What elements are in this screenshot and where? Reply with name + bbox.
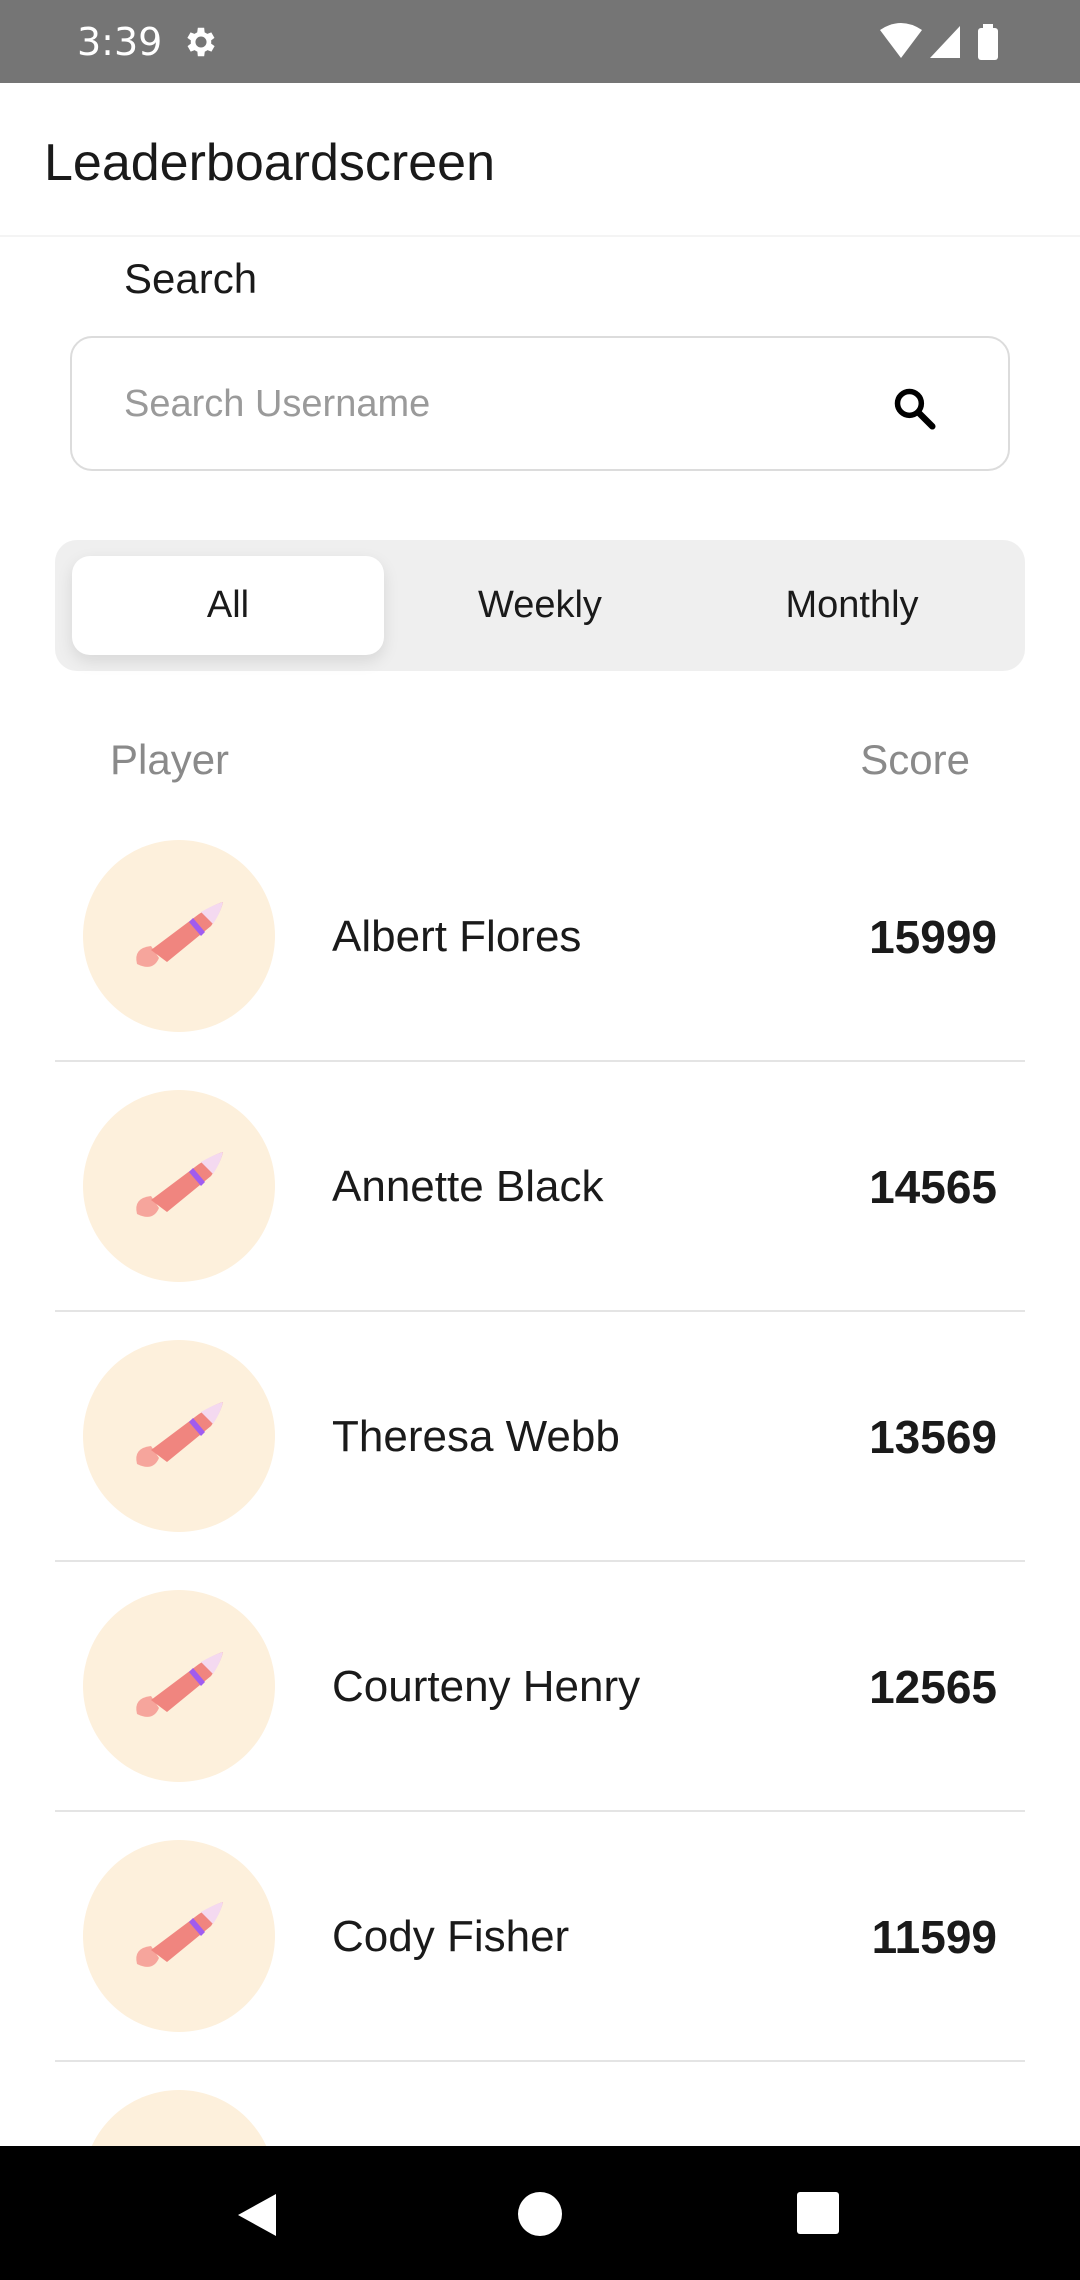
player-score: 12565	[869, 1661, 997, 1713]
player-name: Cody Fisher	[332, 1912, 570, 1961]
rocket-icon	[136, 1902, 223, 1967]
status-bar: 3:39	[0, 0, 1080, 83]
avatar	[83, 1340, 275, 1532]
player-name: Theresa Webb	[332, 1412, 620, 1461]
avatar	[83, 1590, 275, 1782]
search-label: Search	[124, 255, 258, 302]
leaderboard-row[interactable]: Cody Fisher 11599	[55, 1812, 1025, 2062]
search-input[interactable]	[124, 376, 884, 432]
status-indicators	[880, 23, 998, 60]
rocket-icon	[136, 1402, 223, 1467]
search-icon[interactable]	[892, 386, 936, 430]
player-name: Courteny Henry	[332, 1662, 641, 1711]
avatar	[83, 1090, 275, 1282]
system-nav-bar	[0, 2146, 1080, 2280]
page-title: Leaderboardscreen	[44, 134, 495, 192]
tab-all[interactable]: All	[72, 556, 384, 655]
leaderboard-row[interactable]: Courteny Henry 12565	[55, 1562, 1025, 1812]
rocket-icon	[136, 1152, 223, 1217]
leaderboard-row[interactable]: Albert Flores 15999	[55, 812, 1025, 1062]
period-tabs: All Weekly Monthly	[55, 540, 1025, 671]
player-score: 11599	[871, 1911, 997, 1963]
score-column-header: Score	[860, 736, 970, 783]
cell-signal-icon	[930, 26, 960, 58]
home-icon[interactable]	[518, 2192, 562, 2236]
player-name: Annette Black	[332, 1162, 604, 1211]
rocket-icon	[136, 902, 223, 967]
player-score: 14565	[869, 1161, 997, 1213]
player-score: 13569	[869, 1411, 997, 1463]
leaderboard-row[interactable]: Theresa Webb 13569	[55, 1312, 1025, 1562]
leaderboard-row[interactable]: Annette Black 14565	[55, 1062, 1025, 1312]
app-bar: Leaderboardscreen	[0, 83, 1080, 237]
leaderboard-list: Albert Flores 15999 Annette Black 14565 …	[55, 812, 1025, 2280]
search-box[interactable]	[70, 336, 1010, 471]
player-score: 15999	[869, 911, 997, 963]
back-icon[interactable]	[234, 2192, 280, 2238]
tab-monthly[interactable]: Monthly	[696, 556, 1008, 655]
recents-icon[interactable]	[797, 2192, 839, 2234]
avatar	[83, 1840, 275, 2032]
battery-icon	[978, 28, 998, 60]
status-time: 3:39	[77, 20, 163, 64]
tab-weekly[interactable]: Weekly	[384, 556, 696, 655]
rocket-icon	[136, 1652, 223, 1717]
settings-gear-icon	[187, 27, 215, 57]
player-name: Albert Flores	[332, 912, 582, 961]
wifi-icon	[880, 23, 922, 58]
avatar	[83, 840, 275, 1032]
player-column-header: Player	[110, 736, 230, 783]
